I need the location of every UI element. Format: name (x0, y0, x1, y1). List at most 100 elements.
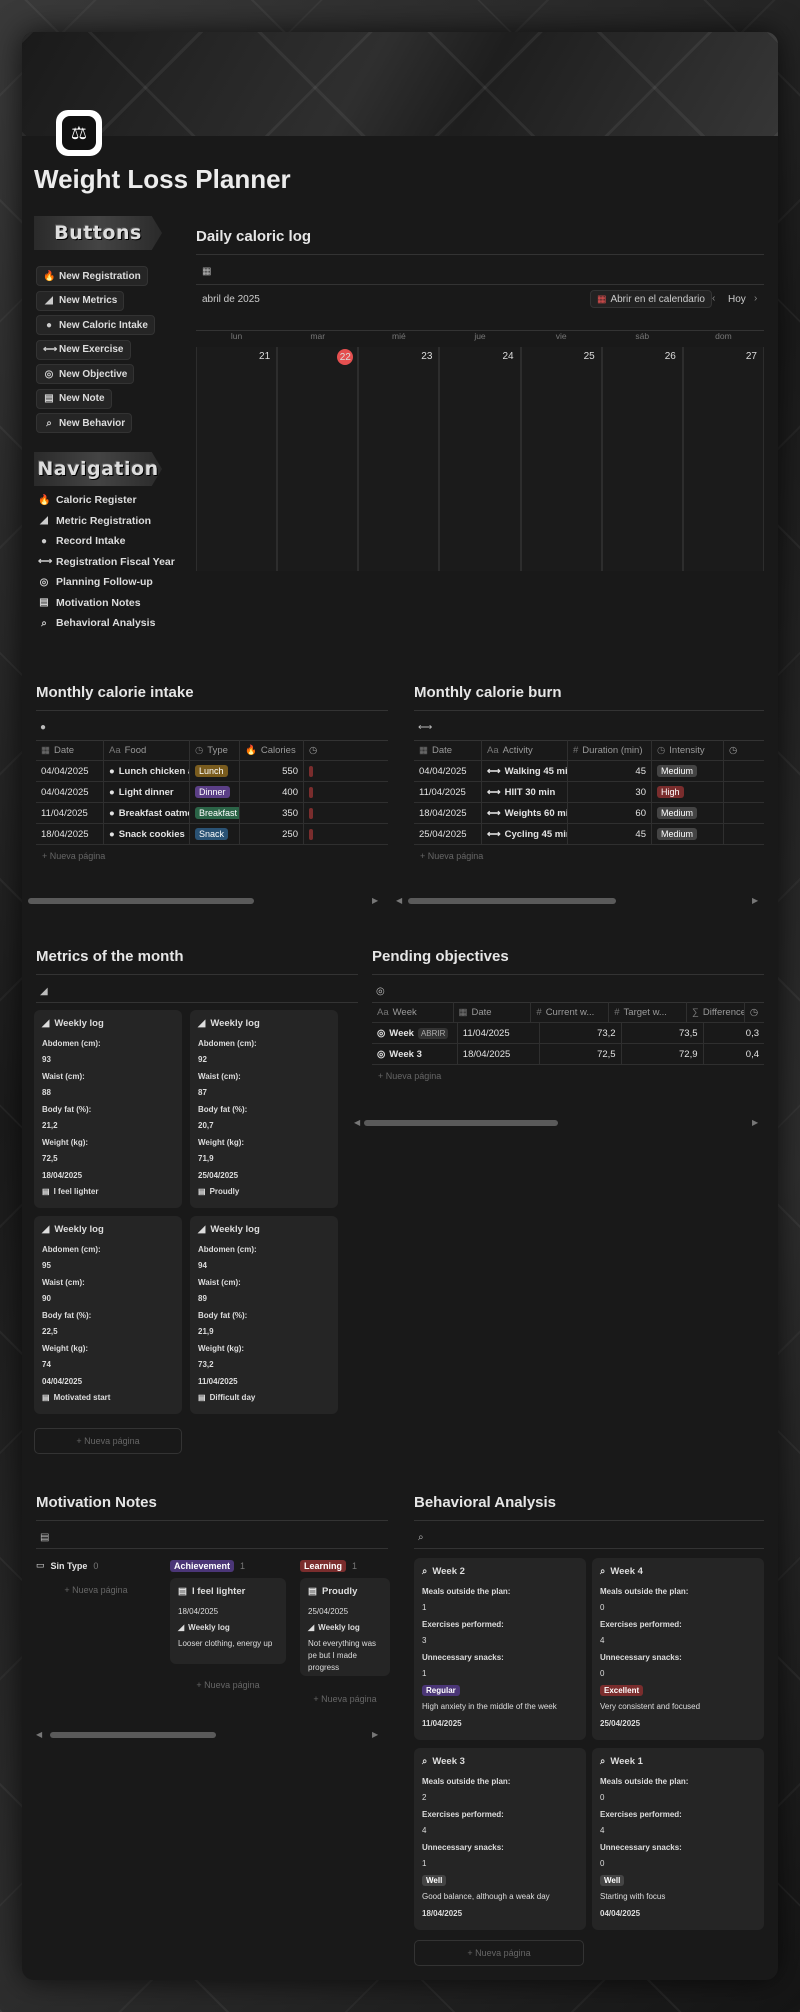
behavior-value: 1 (422, 1603, 427, 1613)
table-header-row: ▦ Date Aa Activity # Duration (min) ◷ Intensity… (414, 740, 764, 761)
card-title: ◢ Weekly log (42, 1018, 174, 1029)
card-note-link[interactable]: ▤ I feel lighter (42, 1184, 174, 1201)
behavior-new-page-button[interactable]: + Nueva página (414, 1940, 584, 1966)
scroll-right-icon[interactable]: ▶ (372, 1730, 378, 1739)
scroll-right-icon[interactable]: ▶ (372, 896, 378, 905)
button-new-registration[interactable]: 🔥 New Registration (36, 266, 148, 286)
button-new-caloric-intake[interactable]: ● New Caloric Intake (36, 315, 155, 335)
nav-item-record-intake[interactable]: ● Record Intake (38, 535, 125, 547)
column-header-label: Food (124, 744, 147, 756)
column-header[interactable]: ◷ Type (190, 740, 240, 760)
metrics-new-page-button[interactable]: + Nueva página (34, 1428, 182, 1454)
column-header[interactable]: ▦ Date (454, 1002, 532, 1022)
table-row[interactable]: 11/04/2025 ⟷ HIIT 30 min 30 High (414, 782, 764, 803)
calendar-day-cell[interactable]: 21 (196, 347, 278, 571)
calendar-day-cell[interactable]: 27 (682, 347, 764, 571)
behavior-card[interactable]: ⌕ Week 1 Meals outside the plan: 0 Exercises… (592, 1748, 764, 1930)
column-header[interactable]: # Duration (min) (568, 740, 652, 760)
objectives-scrollbar[interactable] (364, 1120, 558, 1126)
column-header[interactable]: ∑ Difference (687, 1002, 745, 1022)
table-row[interactable]: ◎ Week ABRIR 11/04/2025 73,2 73,5 0,3 (372, 1023, 764, 1044)
behavior-label: Exercises performed: (600, 1809, 682, 1819)
table-row[interactable]: 04/04/2025 ⟷ Walking 45 min 45 Medium (414, 761, 764, 782)
button-new-metrics[interactable]: ◢ New Metrics (36, 290, 125, 311)
card-note-link[interactable]: ▤ Motivated start (42, 1390, 174, 1407)
table-row[interactable]: 25/04/2025 ⟷ Cycling 45 min 45 Medium (414, 824, 764, 845)
column-header[interactable]: Aa Activity (482, 740, 568, 760)
table-row[interactable]: 18/04/2025 ⟷ Weights 60 min 60 Medium (414, 803, 764, 824)
behavior-card[interactable]: ⌕ Week 4 Meals outside the plan: 0 Exercises… (592, 1558, 764, 1740)
target-icon: ◎ (376, 986, 385, 997)
relation-link[interactable]: ◢ Weekly log (308, 1620, 382, 1637)
notes-title: Motivation Notes (36, 1494, 157, 1511)
nav-item-motivation-notes[interactable]: ▤ Motivation Notes (38, 597, 140, 609)
metric-card[interactable]: ◢ Weekly log Abdomen (cm): 94 Waist (cm): 89 B… (190, 1216, 338, 1414)
behavior-label: Exercises performed: (422, 1809, 504, 1819)
open-calendar-button[interactable]: ▦ Abrir en el calendario (590, 290, 712, 308)
column-header[interactable]: ◷ Intensity (652, 740, 724, 760)
page-icon[interactable]: ⚖ (56, 110, 102, 156)
nav-item-planning-follow-up[interactable]: ◎ Planning Follow-up (38, 576, 153, 588)
rating-row: Regular (422, 1682, 578, 1699)
metric-card[interactable]: ◢ Weekly log Abdomen (cm): 93 Waist (cm): 88 B… (34, 1010, 182, 1208)
objectives-new-page-button[interactable]: + Nueva página (372, 1065, 764, 1087)
calendar-day-cell[interactable]: 22 (277, 347, 359, 571)
nav-item-caloric-register[interactable]: 🔥 Caloric Register (38, 494, 137, 506)
column-new-page-button[interactable]: + Nueva página (170, 1674, 286, 1696)
metric-label: Body fat (%): (198, 1310, 248, 1320)
intake-new-page-button[interactable]: + Nueva página (36, 845, 388, 867)
intake-scrollbar[interactable] (28, 898, 254, 904)
relation-link[interactable]: ◢ Weekly log (178, 1620, 278, 1637)
calendar-day-cell[interactable]: 24 (439, 347, 521, 571)
board-column-header[interactable]: Achievement 1 (170, 1560, 245, 1572)
card-note-link[interactable]: ▤ Proudly (198, 1184, 330, 1201)
calendar-day-cell[interactable]: 26 (601, 347, 683, 571)
column-header[interactable]: ▦ Date (36, 740, 104, 760)
burn-new-page-button[interactable]: + Nueva página (414, 845, 764, 867)
metric-card[interactable]: ◢ Weekly log Abdomen (cm): 95 Waist (cm): 90 B… (34, 1216, 182, 1414)
button-new-objective[interactable]: ◎ New Objective (36, 364, 135, 384)
table-row[interactable]: 11/04/2025●Breakfast oatmealBreakfast350 (36, 803, 388, 824)
notes-new-page-button[interactable]: + Nueva página (36, 1578, 156, 1602)
metric-value: 93 (42, 1055, 51, 1065)
note-card[interactable]: ▤ I feel lighter 18/04/2025 ◢ Weekly log Loos… (170, 1578, 286, 1664)
calendar-day-cell[interactable]: 23 (358, 347, 440, 571)
today-button[interactable]: Hoy (728, 294, 746, 305)
column-header[interactable]: Aa Week (372, 1002, 454, 1022)
scroll-left-icon[interactable]: ◀ (36, 1730, 42, 1739)
behavior-card[interactable]: ⌕ Week 3 Meals outside the plan: 2 Exercises… (414, 1748, 586, 1930)
column-header[interactable]: # Current w... (531, 1002, 610, 1022)
metric-card[interactable]: ◢ Weekly log Abdomen (cm): 92 Waist (cm): 87 B… (190, 1010, 338, 1208)
open-row-button[interactable]: ABRIR (417, 1027, 449, 1039)
nav-item-behavioral-analysis[interactable]: ⌕ Behavioral Analysis (38, 617, 155, 629)
button-new-note[interactable]: ▤ New Note (36, 388, 112, 409)
scroll-left-icon[interactable]: ◀ (354, 1118, 360, 1127)
scroll-right-icon[interactable]: ▶ (752, 896, 758, 905)
scroll-right-icon[interactable]: ▶ (752, 1118, 758, 1127)
column-header[interactable]: 🔥 Calories (240, 740, 304, 760)
behavior-note: Good balance, although a weak day (422, 1892, 550, 1902)
table-row[interactable]: 18/04/2025 ● Snack cookies Snack 250 (36, 824, 388, 845)
prev-week-icon[interactable]: ‹ (712, 293, 715, 304)
table-row[interactable]: 04/04/2025 ● Light dinner Dinner 400 (36, 782, 388, 803)
behavior-card[interactable]: ⌕ Week 2 Meals outside the plan: 1 Exercises… (414, 1558, 586, 1740)
column-new-page-button[interactable]: + Nueva página (300, 1688, 390, 1710)
column-header[interactable]: ▦ Date (414, 740, 482, 760)
note-card[interactable]: ▤ Proudly 25/04/2025 ◢ Weekly log Not everyth… (300, 1578, 390, 1676)
table-row[interactable]: ◎ Week 3 18/04/2025 72,5 72,9 0,4 (372, 1044, 764, 1065)
board-column-header[interactable]: Learning 1 (300, 1560, 357, 1572)
column-header[interactable]: Aa Food (104, 740, 190, 760)
nav-item-metric-registration[interactable]: ◢ Metric Registration (38, 515, 151, 527)
notes-scrollbar[interactable] (50, 1732, 216, 1738)
burn-scrollbar[interactable] (408, 898, 616, 904)
button-new-exercise[interactable]: ⟷ New Exercise (36, 339, 131, 360)
table-row[interactable]: 04/04/2025●Lunch chicken and ricLunch550 (36, 761, 388, 782)
nav-item-registration-fiscal-year[interactable]: ⟷ Registration Fiscal Year (38, 556, 175, 568)
next-week-icon[interactable]: › (754, 293, 757, 304)
card-note-link[interactable]: ▤ Difficult day (198, 1390, 330, 1407)
column-header[interactable]: # Target w... (609, 1002, 688, 1022)
scroll-left-icon[interactable]: ◀ (396, 896, 402, 905)
calendar-day-cell[interactable]: 25 (520, 347, 602, 571)
button-new-behavior[interactable]: ⌕ New Behavior (36, 413, 133, 433)
board-column-header[interactable]: ▭ Sin Type 0 (36, 1560, 98, 1571)
